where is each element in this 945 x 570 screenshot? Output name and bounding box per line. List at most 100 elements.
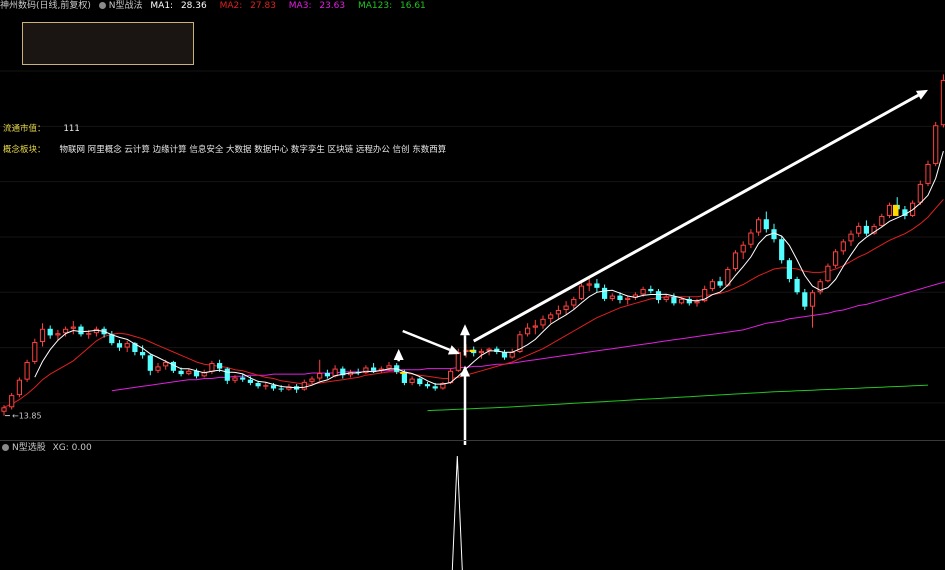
candle-body-down <box>432 386 438 389</box>
float-mv-value: 111 <box>63 124 80 134</box>
candle-body-up <box>679 298 685 304</box>
xg-value: 0.00 <box>71 443 92 453</box>
candle-body-up <box>455 352 461 371</box>
candle-body-down <box>178 370 184 375</box>
candle-body-up <box>32 342 38 362</box>
signal-bar <box>469 349 475 352</box>
candle-body-down <box>324 373 330 377</box>
candle-body-down <box>648 288 654 292</box>
candle-body-up <box>548 314 554 319</box>
candle-body-down <box>594 283 600 288</box>
period-label: (日线,前复权) <box>36 1 91 11</box>
ma3-value: 23.63 <box>319 1 346 11</box>
low-price-marker: ←13.85 <box>5 412 42 421</box>
candle-body-up <box>694 301 700 304</box>
candle-body-up <box>232 377 238 381</box>
candle-body-up <box>86 333 92 335</box>
candle-body-down <box>224 368 230 381</box>
signal-bar <box>893 204 899 216</box>
indicator-settings-icon[interactable] <box>98 2 106 9</box>
candle-body-up <box>555 309 561 315</box>
indicator-header: 神州数码(日线,前复权) N型战法 MA1: 28.36 MA2: 27.83 … <box>0 0 436 12</box>
candle-body-down <box>779 239 785 261</box>
candle-body-down <box>371 367 377 371</box>
candle-body-down <box>786 260 792 279</box>
candle-body-up <box>509 352 515 358</box>
candle-body-down <box>717 281 723 286</box>
candle-body-up <box>886 204 893 216</box>
candle-body-up <box>663 296 669 301</box>
candle-body-down <box>794 279 800 293</box>
candle-body-down <box>240 377 246 380</box>
xg-label: XG: <box>52 443 69 453</box>
candle-body-up <box>301 381 307 390</box>
candle-body-up <box>317 373 323 379</box>
ma3-label: MA3: <box>288 1 312 11</box>
low-price-label: ←13.85 <box>12 412 42 421</box>
candle-body-up <box>879 215 885 226</box>
candle-body-up <box>609 295 615 299</box>
sub-indicator-name[interactable]: N型选股 <box>12 443 46 453</box>
annotation-arrows <box>393 89 928 445</box>
float-market-value: 流通市值： 111 <box>3 122 80 134</box>
candle-body-up <box>532 325 538 328</box>
candle-body-down <box>802 292 808 307</box>
float-mv-label: 流通市值： <box>3 124 46 134</box>
candle-body-up <box>386 365 392 369</box>
candle-body-up <box>155 366 161 371</box>
candle-body-up <box>309 378 315 382</box>
ma123-series <box>427 384 929 412</box>
candle-body-up <box>833 251 839 266</box>
candle-body-down <box>47 328 53 336</box>
candle-body-down <box>147 355 153 371</box>
candle-body-up <box>409 378 415 383</box>
candle-body-up <box>563 305 569 310</box>
candle-body-up <box>848 233 854 242</box>
ma123-value: 16.61 <box>400 1 426 11</box>
sub-indicator-settings-icon[interactable] <box>2 444 9 451</box>
candle-body-up <box>525 327 531 335</box>
ma1-value: 28.36 <box>180 1 207 11</box>
candle-body-down <box>247 379 253 383</box>
candle-body-up <box>748 232 754 245</box>
candle-body-up <box>486 348 492 351</box>
candle-body-down <box>255 382 261 387</box>
candle-body-down <box>278 388 284 390</box>
indicator-name[interactable]: N型战法 <box>109 1 143 11</box>
candle-body-down <box>763 219 769 230</box>
candle-body-up <box>263 385 269 387</box>
candle-body-up <box>809 292 816 307</box>
candle-body-up <box>63 328 69 334</box>
candle-body-up <box>925 163 931 184</box>
candle-body-up <box>586 283 592 286</box>
candle-body-up <box>578 285 585 299</box>
xg-spike <box>451 455 463 570</box>
xg-signal-spike <box>451 455 463 570</box>
candle-body-down <box>655 291 662 301</box>
candle-body-up <box>933 125 939 164</box>
candle-body-down <box>78 326 84 335</box>
candlesticks <box>1 74 945 416</box>
candle-body-down <box>270 385 277 389</box>
ma123-line <box>427 384 929 412</box>
ma3-series <box>111 281 945 392</box>
concept-value: 物联网 阿里概念 云计算 边缘计算 信息安全 大数据 数据中心 数字孪生 区块链… <box>59 145 447 155</box>
ma2-value: 27.83 <box>250 1 276 11</box>
candle-body-down <box>671 296 677 304</box>
ma2-label: MA2: <box>219 1 243 11</box>
ma123-label: MA123: <box>358 1 393 11</box>
ma1-label: MA1: <box>150 1 174 11</box>
candle-body-down <box>116 343 123 348</box>
candle-body-down <box>617 295 623 301</box>
candle-body-up <box>9 395 15 408</box>
candle-body-up <box>186 370 192 375</box>
candle-body-up <box>732 252 739 270</box>
candle-body-up <box>39 328 46 343</box>
price-chart: ←13.85 <box>0 70 945 570</box>
candle-body-down <box>417 378 423 385</box>
candle-body-up <box>332 368 338 377</box>
info-box <box>22 22 194 65</box>
sub-indicator-header: N型选股 XG: 0.00 <box>2 442 92 454</box>
arrow-shaft <box>402 329 451 352</box>
arrow-head <box>460 324 470 336</box>
